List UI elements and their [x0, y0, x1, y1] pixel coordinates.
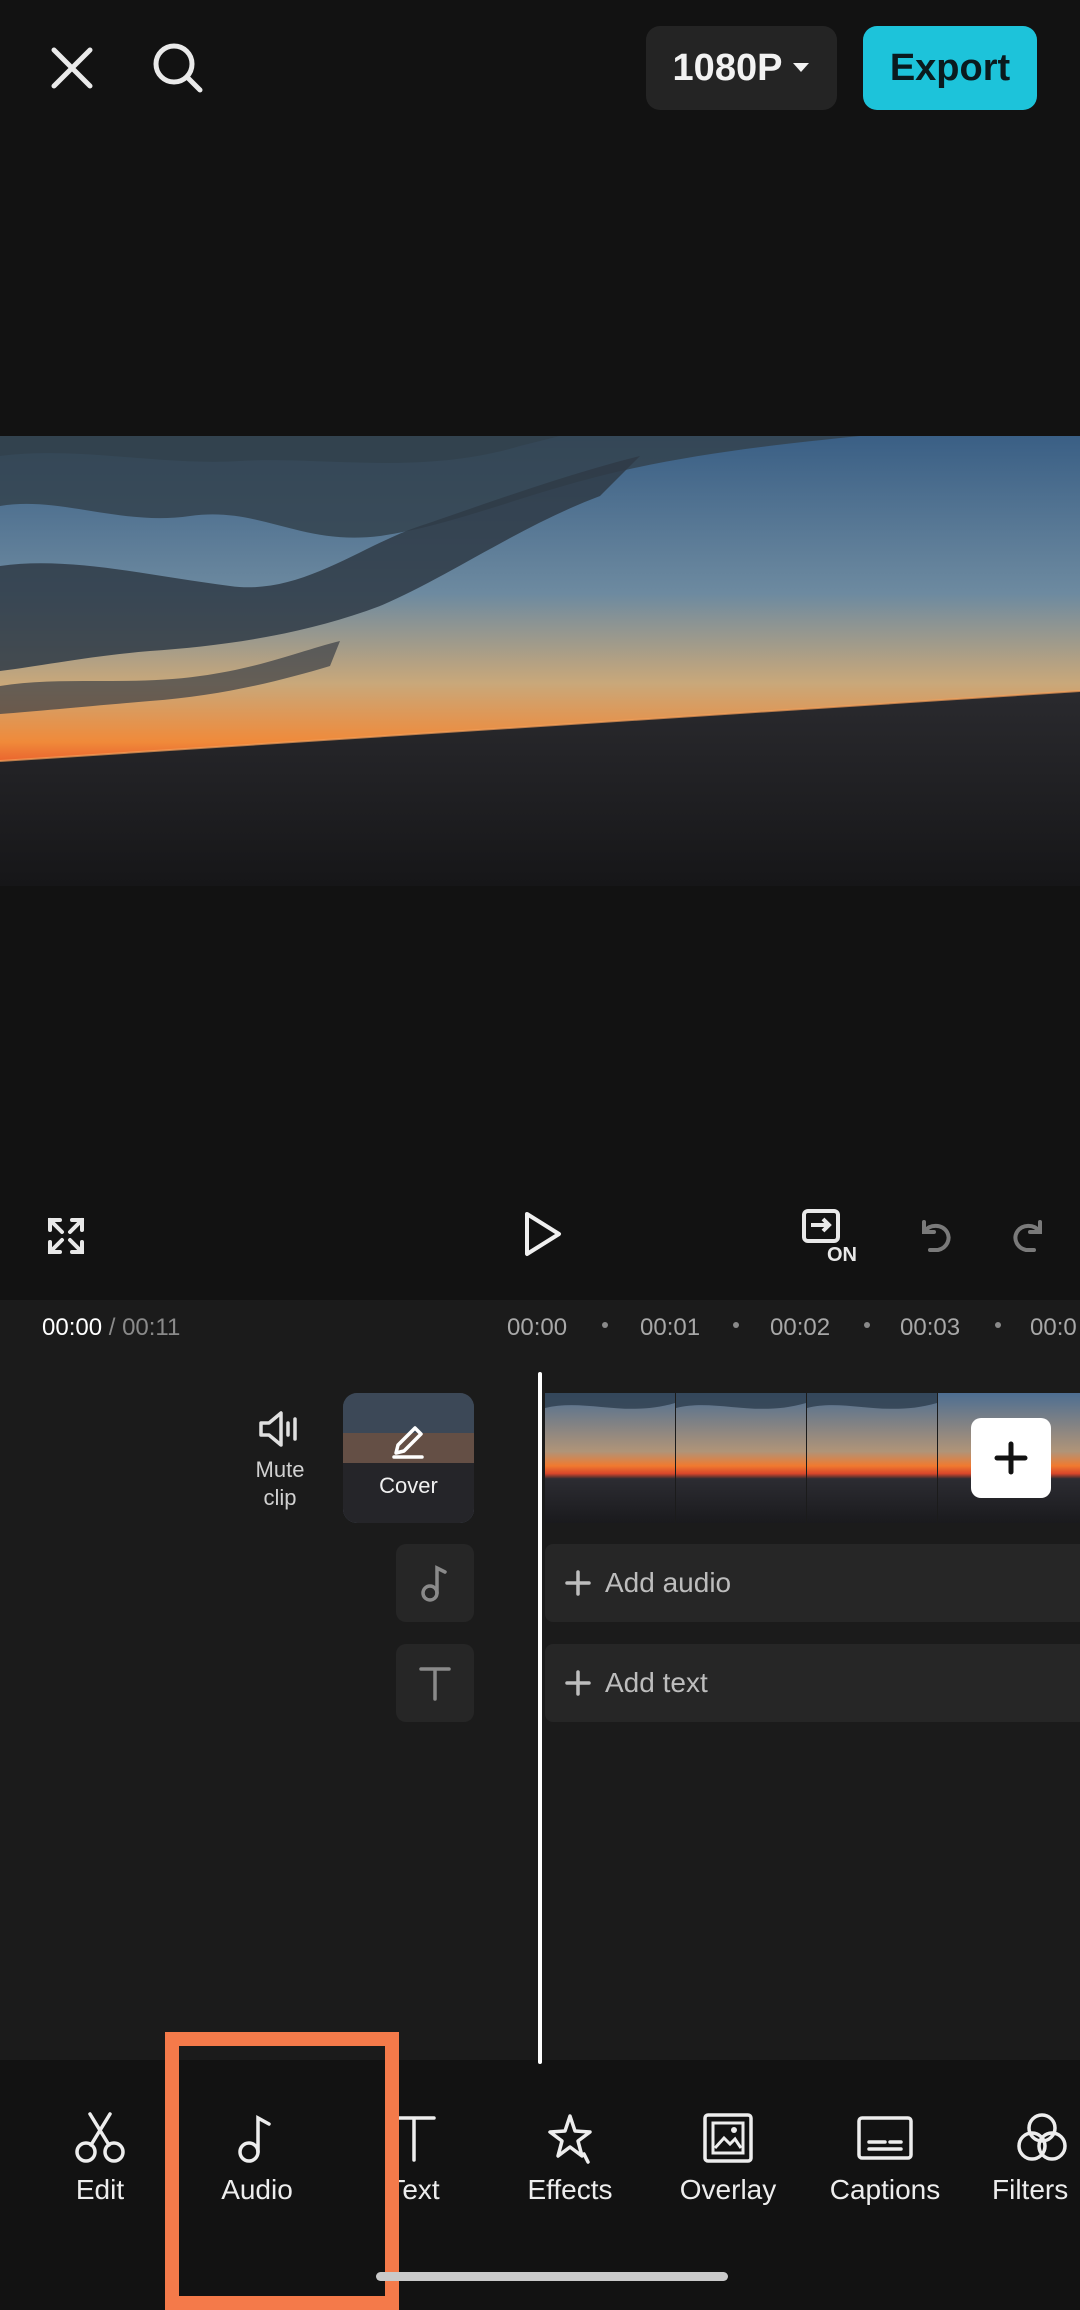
tool-label: Filters: [992, 2174, 1069, 2205]
text-track-button[interactable]: [396, 1644, 474, 1722]
play-button[interactable]: [515, 1206, 571, 1262]
undo-icon: [922, 1220, 951, 1252]
ruler-tick: 00:02: [770, 1314, 831, 1341]
home-indicator: [376, 2272, 728, 2281]
tool-label: Captions: [829, 2174, 941, 2205]
keyframe-button[interactable]: ON: [800, 1206, 864, 1266]
tool-label: Effects: [527, 2174, 613, 2205]
captions-icon: [857, 2116, 913, 2160]
add-audio-label: Add audio: [605, 1567, 732, 1598]
mute-clip-label: Mute clip: [255, 1457, 305, 1510]
ruler-dot: [995, 1322, 1001, 1328]
undo-button[interactable]: [910, 1210, 962, 1262]
resolution-dropdown[interactable]: 1080P: [646, 26, 837, 110]
audio-highlight-box: [165, 2032, 399, 2310]
search-button[interactable]: [146, 36, 210, 100]
speaker-icon: [259, 1411, 297, 1447]
play-icon: [525, 1212, 561, 1256]
tool-effects[interactable]: Effects: [510, 2110, 630, 2240]
overlay-icon: [703, 2113, 753, 2163]
pencil-icon: [392, 1426, 424, 1459]
cover-button[interactable]: Cover: [343, 1393, 474, 1523]
current-time: 00:00: [42, 1314, 103, 1341]
add-text-label: Add text: [605, 1667, 708, 1698]
playhead[interactable]: [538, 1372, 542, 2064]
close-button[interactable]: [40, 36, 104, 100]
plus-icon: [994, 1441, 1028, 1475]
video-preview[interactable]: [0, 436, 1080, 886]
scissors-icon: [75, 2112, 125, 2163]
keyframe-on-icon: ON: [802, 1209, 857, 1265]
export-button[interactable]: Export: [863, 26, 1037, 110]
add-clip-button[interactable]: [971, 1418, 1051, 1498]
timecode: 00:00 / 00:11: [42, 1314, 180, 1342]
ruler-tick: 00:00: [507, 1314, 568, 1341]
caret-down-icon: [793, 63, 810, 72]
total-time: / 00:11: [108, 1314, 181, 1341]
close-icon: [51, 47, 93, 89]
ruler-dot: [602, 1322, 608, 1328]
add-audio-row[interactable]: Add audio: [545, 1544, 1080, 1622]
resolution-label: 1080P: [672, 46, 783, 89]
text-icon: [419, 1667, 451, 1701]
tool-captions[interactable]: Captions: [820, 2110, 950, 2240]
ruler-dot: [864, 1322, 870, 1328]
redo-button[interactable]: [1002, 1210, 1054, 1262]
add-text-row[interactable]: Add text: [545, 1644, 1080, 1722]
search-icon: [153, 43, 203, 93]
tool-filters[interactable]: Filters: [992, 2110, 1080, 2240]
cover-label: Cover: [379, 1473, 438, 1498]
plus-icon: [565, 1570, 591, 1596]
tool-overlay[interactable]: Overlay: [668, 2110, 788, 2240]
fullscreen-icon: [48, 1218, 84, 1254]
star-sparkle-icon: [548, 2114, 592, 2164]
fullscreen-button[interactable]: [40, 1210, 92, 1262]
mute-clip-button[interactable]: [250, 1404, 310, 1454]
keyframe-badge: ON: [827, 1244, 857, 1265]
plus-icon: [565, 1670, 591, 1696]
redo-icon: [1013, 1220, 1042, 1252]
sunset-video-frame: [0, 436, 1080, 886]
tool-label: Edit: [75, 2174, 125, 2205]
music-note-icon: [421, 1565, 447, 1602]
ruler-dot: [733, 1322, 739, 1328]
filters-icon: [1017, 2113, 1067, 2161]
tool-label: Overlay: [679, 2174, 777, 2205]
ruler-tick: 00:0: [1030, 1314, 1077, 1341]
ruler-tick: 00:03: [900, 1314, 961, 1341]
audio-track-button[interactable]: [396, 1544, 474, 1622]
ruler-tick: 00:01: [640, 1314, 701, 1341]
tool-edit[interactable]: Edit: [48, 2110, 152, 2240]
